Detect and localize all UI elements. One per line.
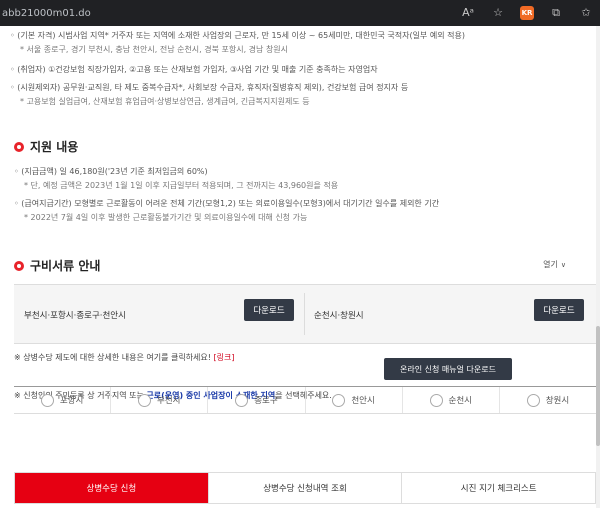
region-label: 천안시	[351, 396, 375, 406]
eligibility-line-5: * 고용보험 실업급여, 산재보험 휴업급여·상병보상연금, 생계급여, 긴급복…	[20, 97, 310, 106]
support-title-text: 지원 내용	[30, 140, 79, 154]
doc-group-right-label: 순천시·창원시	[314, 311, 364, 321]
download-button-left[interactable]: 다운로드	[244, 299, 294, 321]
radio-icon[interactable]	[332, 393, 346, 407]
eligibility-line-3: ◦ (취업자) ①건강보험 직장가입자, ②고용 또는 산재보험 가입자, ③사…	[10, 65, 378, 74]
region-option-suncheon[interactable]: 순천시	[403, 387, 500, 413]
page-content: ◦ (기본 자격) 시범사업 지역* 거주자 또는 지역에 소재한 사업장의 근…	[0, 26, 596, 508]
download-button-right[interactable]: 다운로드	[534, 299, 584, 321]
radio-icon[interactable]	[40, 393, 54, 407]
eligibility-line-1: ◦ (기본 자격) 시범사업 지역* 거주자 또는 지역에 소재한 사업장의 근…	[10, 31, 465, 40]
reader-icon[interactable]: Aᵃ	[460, 4, 476, 22]
support-line-4: * 2022년 7월 4일 이후 발생한 근로활동불가기간 및 의료이용일수에 …	[24, 213, 308, 222]
browser-toolbar: abb21000m01.do Aᵃ ☆ KR ⧉ ✩	[0, 0, 600, 26]
detail-notice-text: ※ 상병수당 제도에 대한 상세한 내용은 여기를 클릭하세요!	[14, 353, 214, 362]
eligibility-line-2: * 서울 종로구, 경기 부천시, 충남 천안시, 전남 순천시, 경북 포항시…	[20, 45, 289, 54]
eligibility-line-4: ◦ (시원제외자) 공무원·교직원, 타 제도 중복수급자*, 사회보장 수급자…	[10, 83, 409, 92]
tab-checklist[interactable]: 시진 지기 체크리스트	[402, 473, 596, 503]
manual-download-button[interactable]: 온라인 신청 매뉴얼 다운로드	[384, 358, 512, 380]
favorite-icon[interactable]: ☆	[490, 4, 506, 22]
support-line-2: * 단, 예정 금액은 2023년 1월 1일 이후 지급일부터 적용되며, 그…	[24, 181, 339, 190]
region-selector: 포항시 부천시 종로구 천안시 순천시 창원시	[14, 386, 596, 414]
region-label: 순천시	[448, 396, 472, 406]
scrollbar-thumb[interactable]	[596, 326, 600, 446]
radio-icon[interactable]	[429, 393, 443, 407]
tab-history[interactable]: 상병수당 신청내역 조회	[208, 473, 403, 503]
tab-apply[interactable]: 상병수당 신청	[15, 473, 209, 503]
detail-notice: ※ 상병수당 제도에 대한 상세한 내용은 여기를 클릭하세요! [링크]	[14, 352, 235, 363]
documents-toggle[interactable]: 열기 ∨	[543, 259, 566, 270]
region-option-bucheon[interactable]: 부천시	[111, 387, 209, 413]
support-section-title: 지원 내용	[14, 138, 78, 155]
toggle-label: 열기	[543, 260, 558, 269]
support-line-3: ◦ (급여지급기간) 모형별로 근로활동이 어려운 전체 기간(모형1,2) 또…	[14, 199, 440, 208]
favorites-bar-icon[interactable]: ✩	[578, 4, 594, 22]
bullet-icon	[14, 141, 24, 152]
extension-badge[interactable]: KR	[520, 6, 534, 20]
radio-icon[interactable]	[526, 393, 540, 407]
chevron-down-icon: ∨	[560, 261, 566, 269]
region-option-changwon[interactable]: 창원시	[500, 387, 596, 413]
action-tabs: 상병수당 신청 상병수당 신청내역 조회 시진 지기 체크리스트	[14, 472, 596, 504]
region-option-jongno[interactable]: 종로구	[208, 387, 306, 413]
scrollbar[interactable]	[596, 26, 600, 508]
detail-link[interactable]: [링크]	[214, 353, 235, 362]
divider	[304, 293, 305, 335]
region-label: 종로구	[254, 396, 278, 406]
support-line-1: ◦ (지급금액) 일 46,180원('23년 기준 최저임금의 60%)	[14, 167, 208, 176]
address-bar[interactable]: abb21000m01.do	[0, 8, 91, 19]
bullet-icon	[14, 260, 24, 271]
region-label: 창원시	[545, 396, 570, 406]
region-label: 부천시	[157, 396, 181, 406]
documents-section-title: 구비서류 안내	[14, 257, 100, 274]
radio-icon[interactable]	[235, 393, 249, 407]
region-label: 포항시	[59, 396, 84, 406]
region-option-cheonan[interactable]: 천안시	[306, 387, 403, 413]
extensions-icon[interactable]: ⧉	[548, 4, 564, 22]
documents-title-text: 구비서류 안내	[30, 259, 101, 273]
radio-icon[interactable]	[138, 393, 152, 407]
documents-download-box: 부천시·포항시·종로구·천안시 다운로드 순천시·창원시 다운로드	[14, 284, 596, 344]
region-option-pohang[interactable]: 포항시	[14, 387, 112, 413]
doc-group-left-label: 부천시·포항시·종로구·천안시	[24, 311, 126, 321]
